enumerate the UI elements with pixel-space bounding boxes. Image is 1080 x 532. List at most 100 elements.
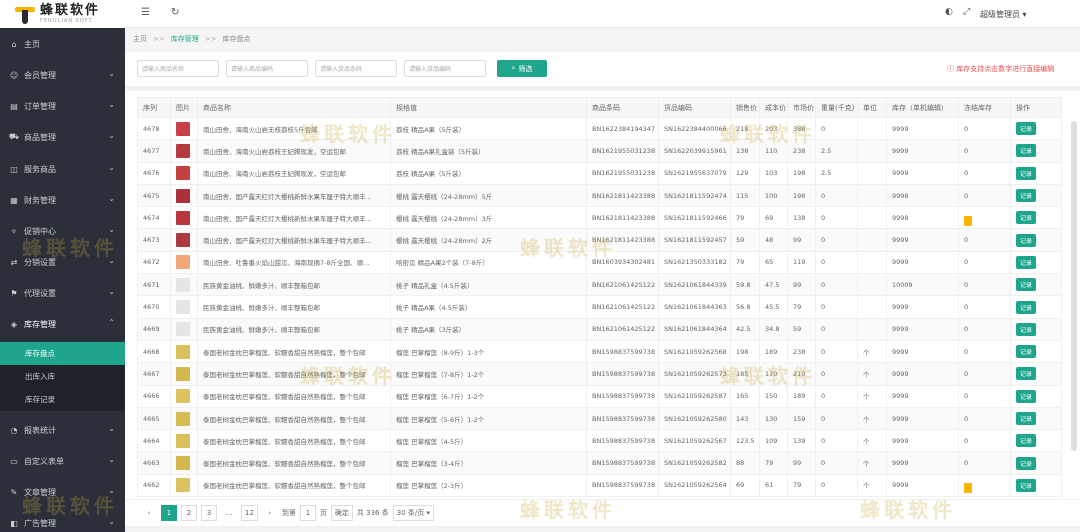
cell-stock[interactable]: 9999: [886, 362, 959, 386]
column-header: 序列: [137, 97, 171, 118]
cell-frozen[interactable]: 0: [958, 406, 1011, 431]
cell-frozen[interactable]: 0: [958, 384, 1011, 408]
sidebar-item-5[interactable]: ▦ 财务管理 ⌄: [0, 189, 125, 211]
frozen-stock-badge[interactable]: 1: [964, 483, 972, 494]
sidebar-item-2[interactable]: ▤ 订单管理 ⌄: [0, 95, 125, 117]
sidebar-item-0[interactable]: ⌂ 主页: [0, 33, 125, 55]
record-button[interactable]: 记录: [1016, 367, 1037, 381]
page-1[interactable]: 1: [161, 505, 177, 521]
cell-frozen[interactable]: 0: [958, 451, 1011, 475]
cell-stock[interactable]: 9999: [886, 250, 959, 275]
record-button[interactable]: 记录: [1016, 412, 1037, 425]
cell-frozen[interactable]: 0: [958, 250, 1011, 275]
frozen-stock-badge[interactable]: 1: [964, 215, 972, 226]
record-button[interactable]: 记录: [1016, 478, 1037, 492]
cell-stock[interactable]: 9999: [886, 473, 959, 498]
cell-stock[interactable]: 9999: [886, 139, 959, 163]
sidebar-bottom-item-0[interactable]: ◔ 报表统计 ⌄: [0, 419, 125, 441]
record-button[interactable]: 记录: [1016, 389, 1037, 403]
record-button[interactable]: 记录: [1016, 144, 1037, 158]
cell-stock[interactable]: 9999: [886, 317, 959, 341]
per-page-select[interactable]: 30 条/页 ▾: [392, 505, 434, 521]
cell-stock[interactable]: 9999: [886, 295, 959, 319]
item-barcode-input[interactable]: 请输入货品条码: [315, 60, 397, 77]
sidebar-bottom-item-1[interactable]: ▭ 自定义表单 ⌄: [0, 450, 125, 472]
table-row: 4663 泰国老树金枕巴掌榴莲、软糯香甜自然熟榴莲，整个包邮 榴莲 巴掌榴莲（3-4…: [137, 451, 1062, 475]
page-3[interactable]: 3: [201, 505, 217, 521]
table-row: 4666 泰国老树金枕巴掌榴莲、软糯香甜自然熟榴莲，整个包邮 榴莲 巴掌榴莲（6-7…: [137, 384, 1062, 408]
breadcrumb-home[interactable]: 主页: [133, 34, 147, 44]
cell-stock[interactable]: 9999: [886, 116, 959, 141]
cell-frozen[interactable]: 0: [958, 116, 1011, 141]
record-button[interactable]: 记录: [1016, 122, 1037, 136]
submenu-item-2[interactable]: 库存记录: [0, 388, 125, 411]
goto-confirm-button[interactable]: 确定: [330, 505, 353, 521]
cell-frozen[interactable]: 0: [958, 362, 1011, 386]
cell-frozen[interactable]: 0: [958, 317, 1011, 341]
record-button[interactable]: 记录: [1016, 189, 1037, 203]
record-button[interactable]: 记录: [1016, 255, 1037, 269]
cell-stock[interactable]: 9999: [886, 451, 959, 475]
cell-stock[interactable]: 9999: [886, 384, 959, 408]
page-12[interactable]: 12: [241, 505, 258, 521]
breadcrumb-level1[interactable]: 库存管理: [171, 34, 199, 44]
cell-stock[interactable]: 9999: [886, 228, 959, 252]
item-code-input[interactable]: 请输入货品编码: [404, 60, 486, 77]
menu-toggle-icon[interactable]: ☰: [141, 7, 150, 18]
sidebar-item-label: 分销设置: [24, 257, 56, 267]
cell-stock[interactable]: 9999: [886, 429, 959, 453]
sidebar-item-4[interactable]: ◫ 服务商品 ⌄: [0, 158, 125, 180]
cell-barcode: BN1598837599738: [586, 473, 659, 498]
sidebar-item-1[interactable]: ☺ 会员管理 ⌄: [0, 64, 125, 86]
cell-frozen[interactable]: 0: [958, 183, 1011, 208]
cell-frozen[interactable]: 0: [958, 228, 1011, 252]
submenu-item-0[interactable]: 库存盘点: [0, 342, 125, 365]
cell-stock[interactable]: 9998: [886, 206, 959, 230]
sidebar-item-9[interactable]: ◈ 库存管理 ⌃: [0, 313, 125, 335]
cell-stock[interactable]: 9999: [886, 161, 959, 185]
page-2[interactable]: 2: [181, 505, 197, 521]
record-button[interactable]: 记录: [1016, 300, 1037, 314]
cell-frozen[interactable]: 0: [958, 273, 1011, 297]
sidebar-bottom-item-2[interactable]: ✎ 文章管理 ⌄: [0, 481, 125, 503]
record-button[interactable]: 记录: [1016, 345, 1037, 359]
cell-frozen[interactable]: 0: [958, 161, 1011, 185]
sidebar-item-7[interactable]: ⇄ 分销设置 ⌄: [0, 251, 125, 273]
cell-stock[interactable]: 9999: [886, 406, 959, 431]
submenu-item-1[interactable]: 出库入库: [0, 365, 125, 388]
product-name-input[interactable]: 请输入商品名称: [137, 60, 219, 77]
record-button[interactable]: 记录: [1016, 456, 1037, 470]
cell-frozen[interactable]: 0: [958, 295, 1011, 319]
fullscreen-icon[interactable]: ⤢: [963, 7, 970, 17]
sidebar-item-8[interactable]: ⚑ 代理设置 ⌄: [0, 282, 125, 304]
theme-icon[interactable]: ◐: [945, 7, 953, 17]
goto-page-input[interactable]: 1: [299, 505, 316, 521]
cell-sale: 88: [730, 451, 760, 475]
cell-frozen[interactable]: 1: [958, 473, 1011, 498]
sidebar-item-3[interactable]: ⛟ 商品管理 ⌄: [0, 126, 125, 148]
record-button[interactable]: 记录: [1016, 322, 1037, 336]
cell-frozen[interactable]: 1: [958, 206, 1011, 230]
cell-frozen[interactable]: 0: [958, 339, 1011, 364]
cell-stock[interactable]: 9999: [886, 339, 959, 364]
search-button[interactable]: ⌕ 筛选: [497, 60, 547, 77]
record-button[interactable]: 记录: [1016, 278, 1037, 292]
logo[interactable]: 蜂联软件 FENGLIAN SOFT: [0, 0, 125, 28]
record-button[interactable]: 记录: [1016, 211, 1037, 225]
record-button[interactable]: 记录: [1016, 166, 1037, 180]
sidebar-item-6[interactable]: ✧ 促销中心 ⌄: [0, 220, 125, 242]
refresh-icon[interactable]: ↻: [171, 7, 179, 18]
sidebar-bottom-item-3[interactable]: ◧ 广告管理 ⌄: [0, 512, 125, 532]
record-button[interactable]: 记录: [1016, 233, 1037, 247]
cell-stock[interactable]: 10009: [886, 273, 959, 297]
cell-stock[interactable]: 9998: [886, 183, 959, 208]
product-code-input[interactable]: 请输入商品编码: [226, 60, 308, 77]
cell-unit: [857, 295, 887, 319]
user-menu[interactable]: 超级管理员 ▾: [980, 9, 1027, 20]
cell-frozen[interactable]: 0: [958, 139, 1011, 163]
cell-frozen[interactable]: 0: [958, 429, 1011, 453]
next-page-icon[interactable]: ›: [262, 505, 278, 521]
table-scrollbar[interactable]: [1071, 121, 1077, 451]
prev-page-icon[interactable]: ‹: [141, 505, 157, 521]
record-button[interactable]: 记录: [1016, 434, 1037, 448]
